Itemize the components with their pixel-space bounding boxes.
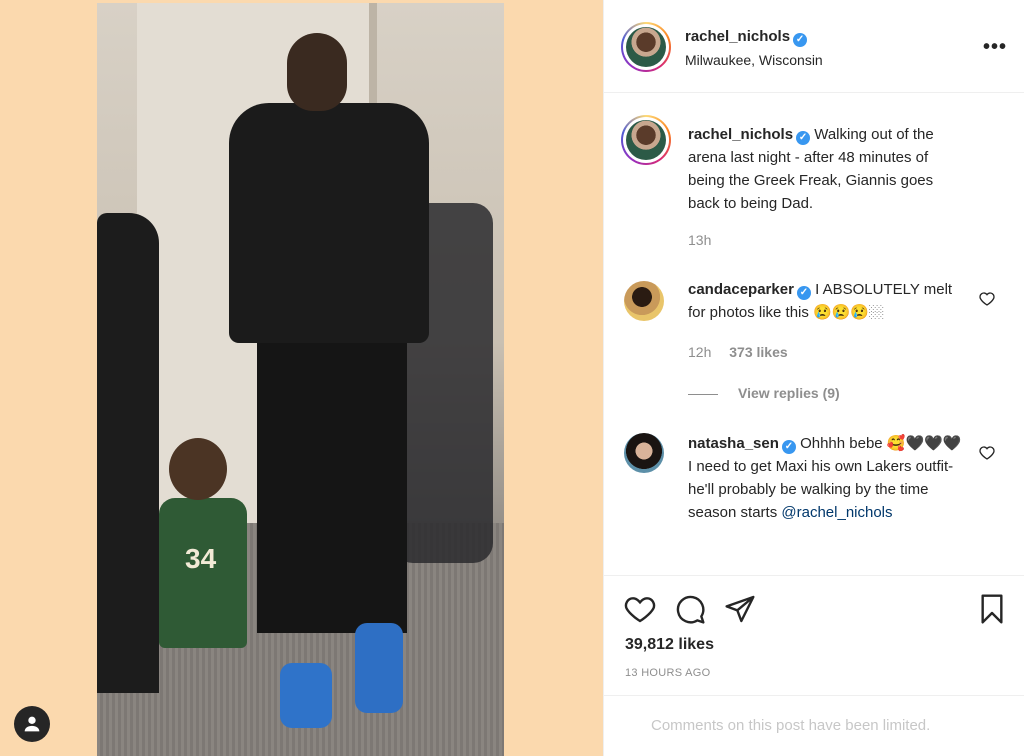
- caption-meta: 13h: [688, 232, 725, 248]
- post-side-panel: rachel_nichols ✓ Milwaukee, Wisconsin •••…: [603, 0, 1024, 756]
- photo-adult-torso: [229, 103, 429, 343]
- verified-badge-icon: ✓: [796, 131, 811, 145]
- author-avatar[interactable]: [621, 22, 671, 72]
- comment-username[interactable]: candaceparker: [688, 281, 794, 298]
- bookmark-icon[interactable]: [976, 593, 1008, 625]
- post-timestamp[interactable]: 13 HOURS AGO: [625, 667, 711, 679]
- verified-badge-icon: ✓: [781, 440, 796, 454]
- likes-count[interactable]: 39,812 likes: [625, 636, 714, 654]
- photo-shoe-right: [355, 623, 403, 713]
- view-replies-label[interactable]: View replies (9): [738, 385, 840, 401]
- photo-jersey-number: 34: [185, 543, 217, 574]
- comment-text-block: natasha_sen ✓ Ohhhh bebe 🥰🖤🖤🖤 I need to g…: [688, 432, 968, 524]
- post-header: rachel_nichols ✓ Milwaukee, Wisconsin •••: [604, 0, 1024, 93]
- comments-list[interactable]: rachel_nichols ✓ Walking out of the arena…: [604, 93, 1024, 575]
- commenter-avatar[interactable]: [624, 281, 664, 321]
- share-icon[interactable]: [724, 593, 756, 625]
- tagged-users-icon[interactable]: [14, 706, 50, 742]
- comment-likes[interactable]: 373 likes: [729, 344, 787, 360]
- verified-badge-icon: ✓: [793, 33, 808, 47]
- photo-shoe-left: [280, 663, 332, 728]
- photo-adult-legs: [257, 333, 407, 633]
- photo-kid-head: [169, 438, 227, 500]
- caption-time[interactable]: 13h: [688, 232, 711, 248]
- comment-like-heart-icon[interactable]: [979, 445, 995, 461]
- comments-limited-notice: Comments on this post have been limited.: [651, 717, 931, 734]
- post-actions-section: 39,812 likes 13 HOURS AGO: [604, 575, 1024, 695]
- author-username-text[interactable]: rachel_nichols: [685, 28, 790, 45]
- photo-adult-head: [287, 33, 347, 111]
- author-username[interactable]: rachel_nichols ✓: [685, 28, 808, 47]
- comment-mention-link[interactable]: @rachel_nichols: [781, 504, 892, 521]
- post-media-area: 34: [0, 0, 603, 756]
- user-icon: [24, 716, 40, 732]
- more-options-icon[interactable]: •••: [983, 36, 1007, 59]
- comment-meta: 12h 373 likes: [688, 344, 802, 360]
- commenter-avatar[interactable]: [624, 433, 664, 473]
- comment-text-block: candaceparker ✓ I ABSOLUTELY melt for pho…: [688, 278, 968, 324]
- view-replies-button[interactable]: View replies (9): [688, 385, 840, 401]
- comment-time[interactable]: 12h: [688, 344, 711, 360]
- photo-cameraman: [97, 213, 159, 693]
- post-location[interactable]: Milwaukee, Wisconsin: [685, 52, 823, 68]
- caption-author-avatar[interactable]: [621, 115, 671, 165]
- like-heart-icon[interactable]: [624, 593, 656, 625]
- caption-text-block: rachel_nichols ✓ Walking out of the arena…: [688, 123, 968, 215]
- comment-box-area: Comments on this post have been limited.: [604, 695, 1024, 756]
- post-photo[interactable]: 34: [97, 3, 504, 756]
- verified-badge-icon: ✓: [796, 286, 811, 300]
- caption-username[interactable]: rachel_nichols: [688, 126, 793, 143]
- comment-username[interactable]: natasha_sen: [688, 435, 779, 452]
- replies-divider-line: [688, 393, 718, 395]
- comment-icon[interactable]: [674, 593, 706, 625]
- comment-like-heart-icon[interactable]: [979, 291, 995, 307]
